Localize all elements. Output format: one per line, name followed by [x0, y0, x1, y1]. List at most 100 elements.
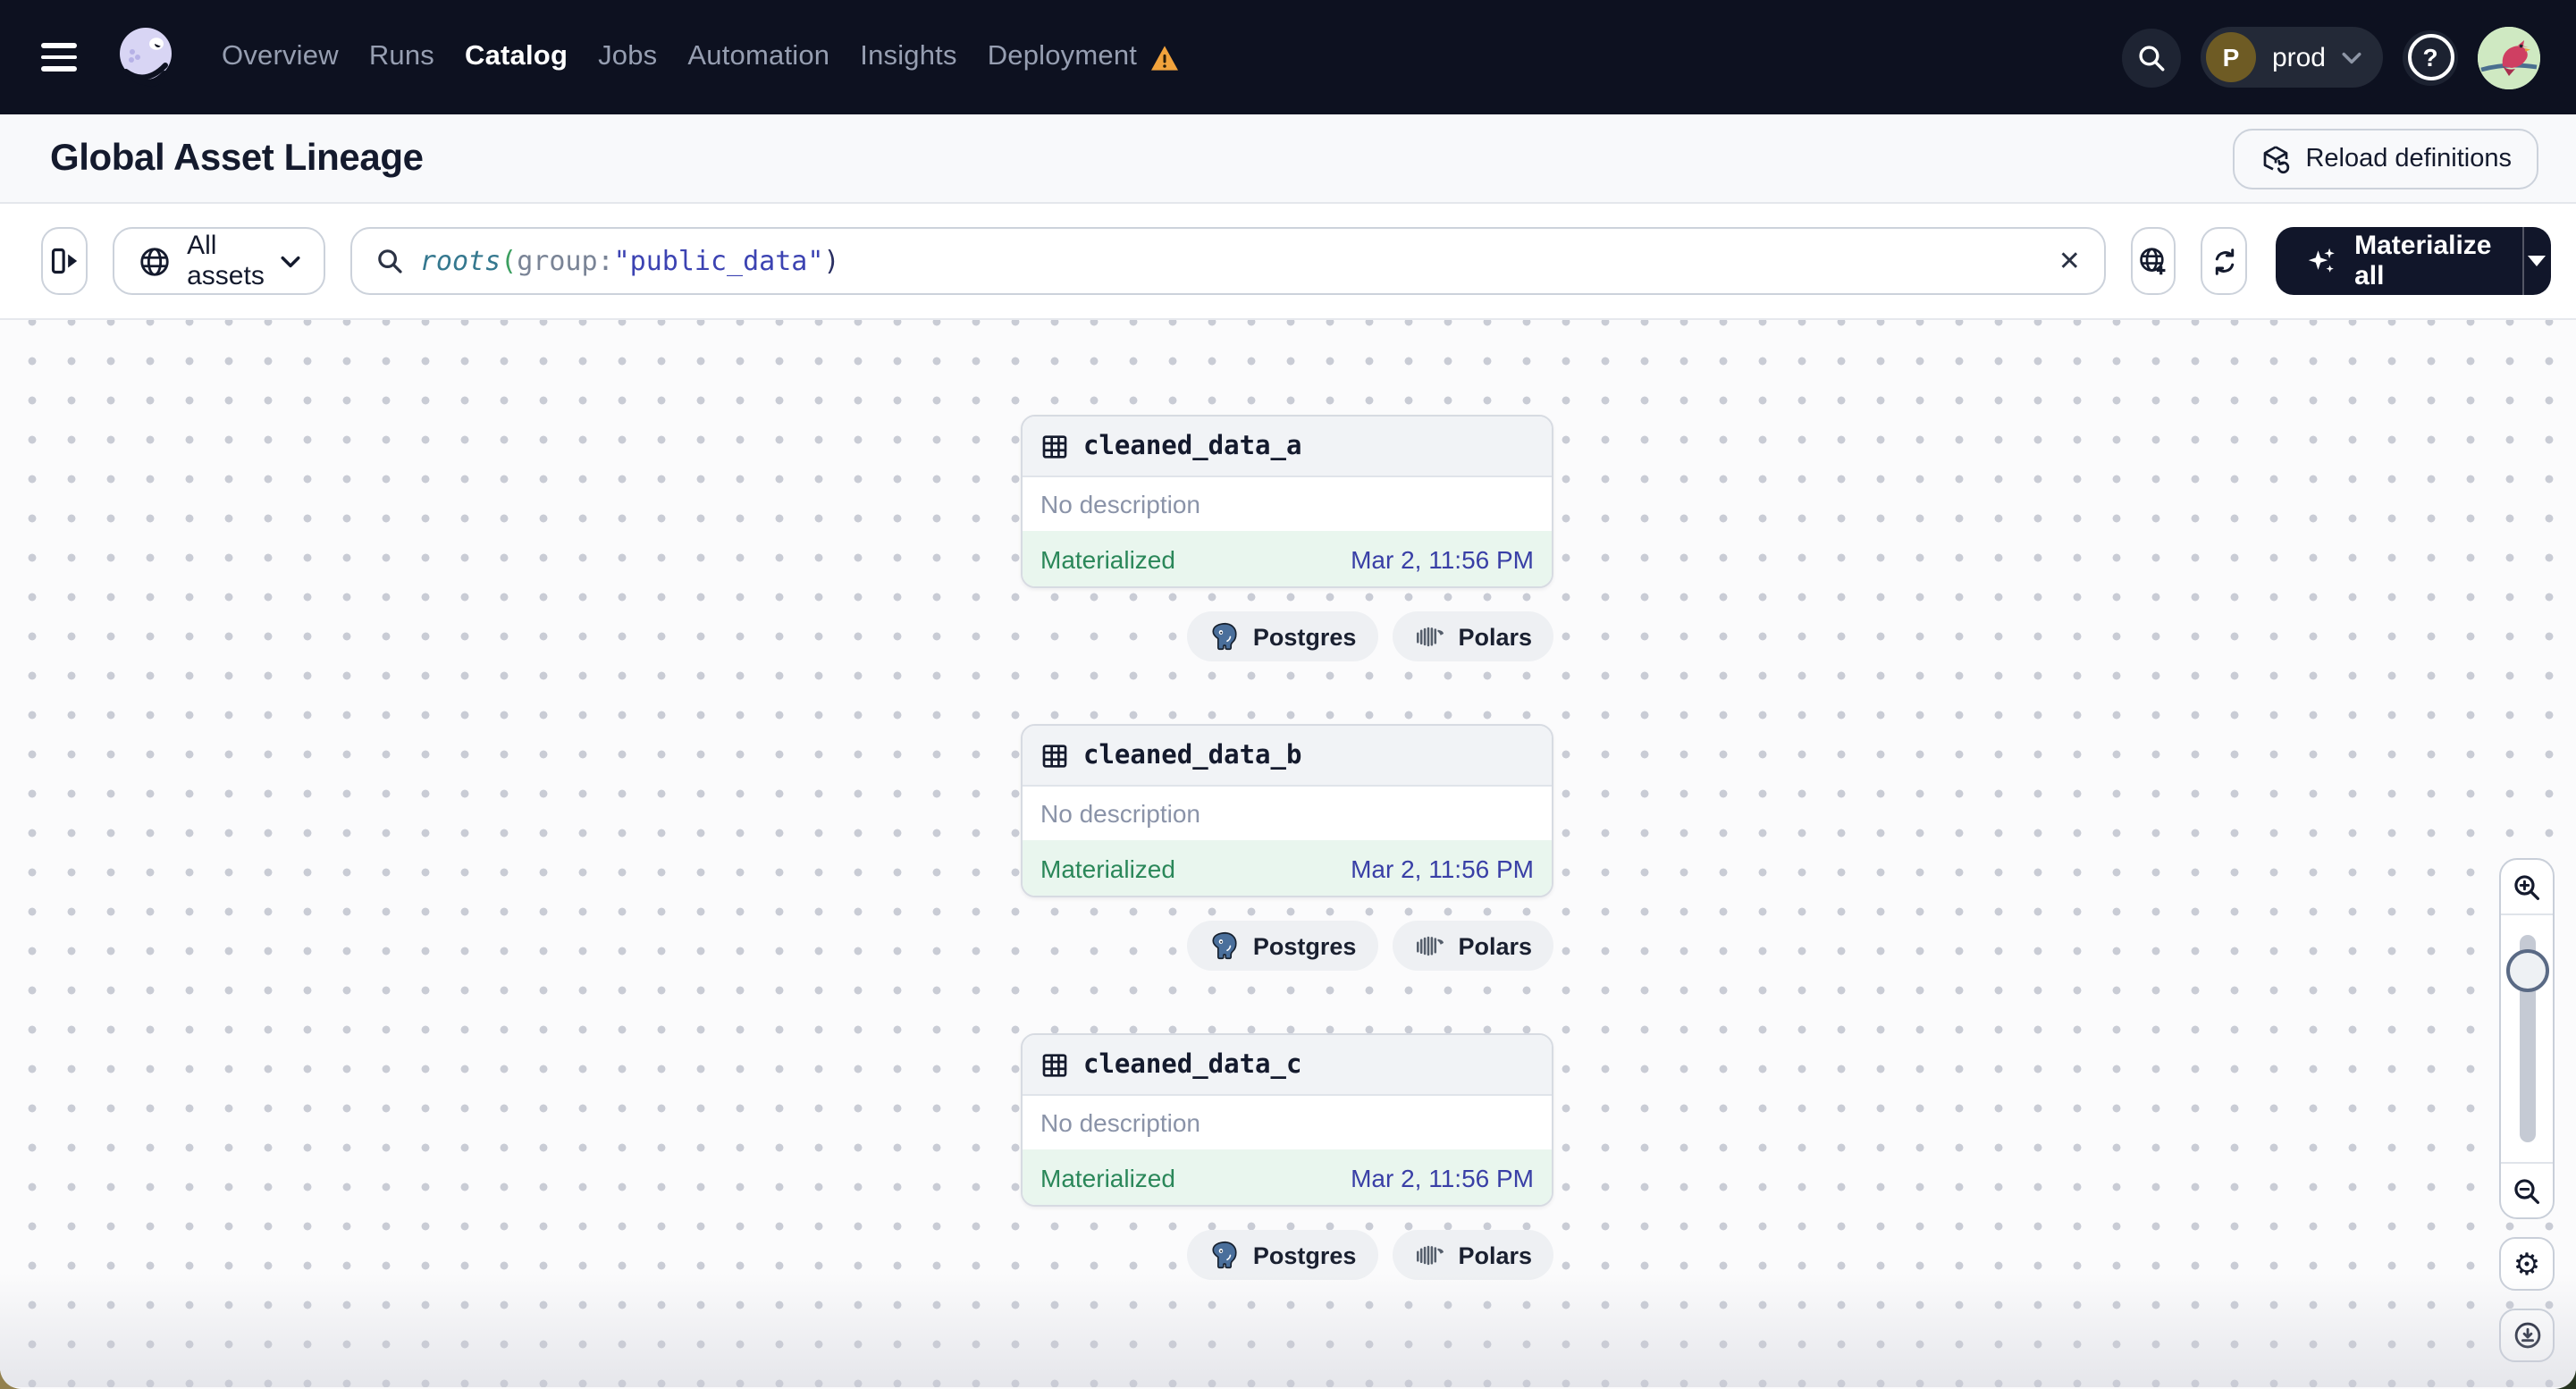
zoom-slider-thumb[interactable] [2505, 949, 2548, 992]
globe-icon [137, 244, 171, 278]
asset-status-row: Materialized Mar 2, 11:56 PM [1023, 1149, 1552, 1205]
asset-name: cleaned_data_a [1083, 432, 1302, 460]
warning-icon [1149, 44, 1180, 71]
deployment-name: prod [2271, 42, 2326, 72]
reload-code-location-icon [2259, 142, 2291, 174]
tag-postgres[interactable]: Postgres [1186, 611, 1378, 661]
asset-description: No description [1040, 1108, 1200, 1137]
asset-status-row: Materialized Mar 2, 11:56 PM [1023, 840, 1552, 896]
asset-node-block: cleaned_data_c No description Materializ… [1021, 1033, 1553, 1280]
asset-node-header: cleaned_data_b [1023, 726, 1552, 787]
asset-description: No description [1040, 799, 1200, 828]
user-avatar[interactable] [2478, 26, 2540, 88]
asset-node-cleaned-data-a[interactable]: cleaned_data_a No description Materializ… [1021, 415, 1553, 588]
materialize-options-button[interactable] [2523, 227, 2551, 295]
postgres-icon [1208, 930, 1241, 962]
menu-icon[interactable] [41, 43, 77, 72]
asset-node-cleaned-data-b[interactable]: cleaned_data_b No description Materializ… [1021, 724, 1553, 897]
deployment-switcher[interactable]: P prod [2200, 27, 2383, 88]
tag-polars[interactable]: Polars [1392, 1230, 1553, 1280]
deployment-initial-badge: P [2205, 32, 2256, 82]
nav-item-jobs[interactable]: Jobs [598, 41, 657, 73]
zoom-panel [2499, 858, 2555, 1219]
tag-label: Polars [1458, 1242, 1532, 1268]
asset-node-block: cleaned_data_b No description Materializ… [1021, 724, 1553, 971]
asset-node-header: cleaned_data_c [1023, 1035, 1552, 1096]
nav-item-insights[interactable]: Insights [860, 41, 956, 73]
graph-settings-button[interactable]: ⚙ [2499, 1237, 2555, 1291]
tag-label: Postgres [1252, 932, 1357, 959]
tag-polars[interactable]: Polars [1392, 611, 1553, 661]
tag-postgres[interactable]: Postgres [1186, 921, 1378, 971]
lineage-canvas[interactable]: cleaned_data_a No description Materializ… [0, 320, 2576, 1387]
materialization-timestamp[interactable]: Mar 2, 11:56 PM [1351, 854, 1534, 882]
materialization-timestamp[interactable]: Mar 2, 11:56 PM [1351, 544, 1534, 573]
asset-selection-query: roots(group: "public_data") [419, 245, 840, 277]
asset-name: cleaned_data_c [1083, 1050, 1302, 1079]
status-badge: Materialized [1040, 1163, 1175, 1191]
chevron-down-icon [281, 255, 300, 267]
postgres-icon [1208, 620, 1241, 652]
materialize-all-button[interactable]: Materialize all [2276, 227, 2521, 295]
open-left-panel-button[interactable] [41, 227, 88, 295]
tag-polars[interactable]: Polars [1392, 921, 1553, 971]
refresh-button[interactable] [2201, 227, 2248, 295]
nav-item-automation[interactable]: Automation [687, 41, 829, 73]
help-button[interactable]: ? [2403, 29, 2458, 85]
page-title: Global Asset Lineage [50, 137, 424, 178]
asset-tag-row: Postgres Polars [1021, 611, 1553, 661]
zoom-out-button[interactable] [2501, 1162, 2553, 1217]
asset-description: No description [1040, 490, 1200, 518]
top-nav: Overview Runs Catalog Jobs Automation In… [0, 0, 2576, 114]
asset-name: cleaned_data_b [1083, 741, 1302, 770]
search-icon [2136, 42, 2167, 72]
clear-query-icon[interactable]: ✕ [2058, 248, 2081, 274]
view-full-graph-button[interactable] [2130, 227, 2176, 295]
asset-selection-input[interactable]: roots(group: "public_data") ✕ [349, 227, 2106, 295]
download-image-button[interactable] [2499, 1309, 2555, 1362]
nav-right-cluster: P prod ? [2121, 26, 2540, 88]
materialization-timestamp[interactable]: Mar 2, 11:56 PM [1351, 1163, 1534, 1191]
search-icon [375, 247, 404, 275]
nav-item-overview[interactable]: Overview [222, 41, 339, 73]
polars-icon [1413, 933, 1445, 958]
sparkles-icon [2306, 245, 2338, 277]
reload-definitions-label: Reload definitions [2305, 144, 2512, 173]
postgres-icon [1208, 1239, 1241, 1271]
tag-postgres[interactable]: Postgres [1186, 1230, 1378, 1280]
asset-scope-select[interactable]: All assets [112, 227, 325, 295]
nav-item-deployment[interactable]: Deployment [988, 41, 1137, 73]
asset-node-header: cleaned_data_a [1023, 417, 1552, 477]
chevron-down-icon [2342, 51, 2361, 63]
asset-scope-label: All assets [187, 231, 265, 291]
asset-tag-row: Postgres Polars [1021, 1230, 1553, 1280]
nav-item-runs[interactable]: Runs [369, 41, 434, 73]
tag-label: Postgres [1252, 623, 1357, 650]
nav-items: Overview Runs Catalog Jobs Automation In… [222, 41, 1180, 73]
tag-label: Polars [1458, 932, 1532, 959]
table-icon [1040, 1050, 1069, 1079]
download-icon [2511, 1319, 2543, 1351]
asset-tag-row: Postgres Polars [1021, 921, 1553, 971]
zoom-slider[interactable] [2501, 915, 2553, 1162]
table-icon [1040, 432, 1069, 460]
question-icon: ? [2407, 34, 2454, 80]
app-window: Overview Runs Catalog Jobs Automation In… [0, 0, 2576, 1389]
search-button[interactable] [2121, 28, 2181, 87]
graph-controls: ⚙ [2499, 858, 2555, 1362]
materialize-all-label: Materialize all [2354, 231, 2492, 291]
asset-node-cleaned-data-c[interactable]: cleaned_data_c No description Materializ… [1021, 1033, 1553, 1207]
asset-node-block: cleaned_data_a No description Materializ… [1021, 415, 1553, 661]
polars-icon [1413, 624, 1445, 649]
nav-item-catalog[interactable]: Catalog [465, 41, 568, 73]
tag-label: Polars [1458, 623, 1532, 650]
asset-status-row: Materialized Mar 2, 11:56 PM [1023, 531, 1552, 586]
table-icon [1040, 741, 1069, 770]
page-header: Global Asset Lineage Reload definitions [0, 114, 2576, 204]
dagster-logo-icon[interactable] [111, 21, 182, 93]
polars-icon [1413, 1242, 1445, 1267]
materialize-all-split-button: Materialize all [2276, 227, 2552, 295]
reload-definitions-button[interactable]: Reload definitions [2232, 128, 2538, 189]
tag-label: Postgres [1252, 1242, 1357, 1268]
zoom-in-button[interactable] [2501, 860, 2553, 915]
